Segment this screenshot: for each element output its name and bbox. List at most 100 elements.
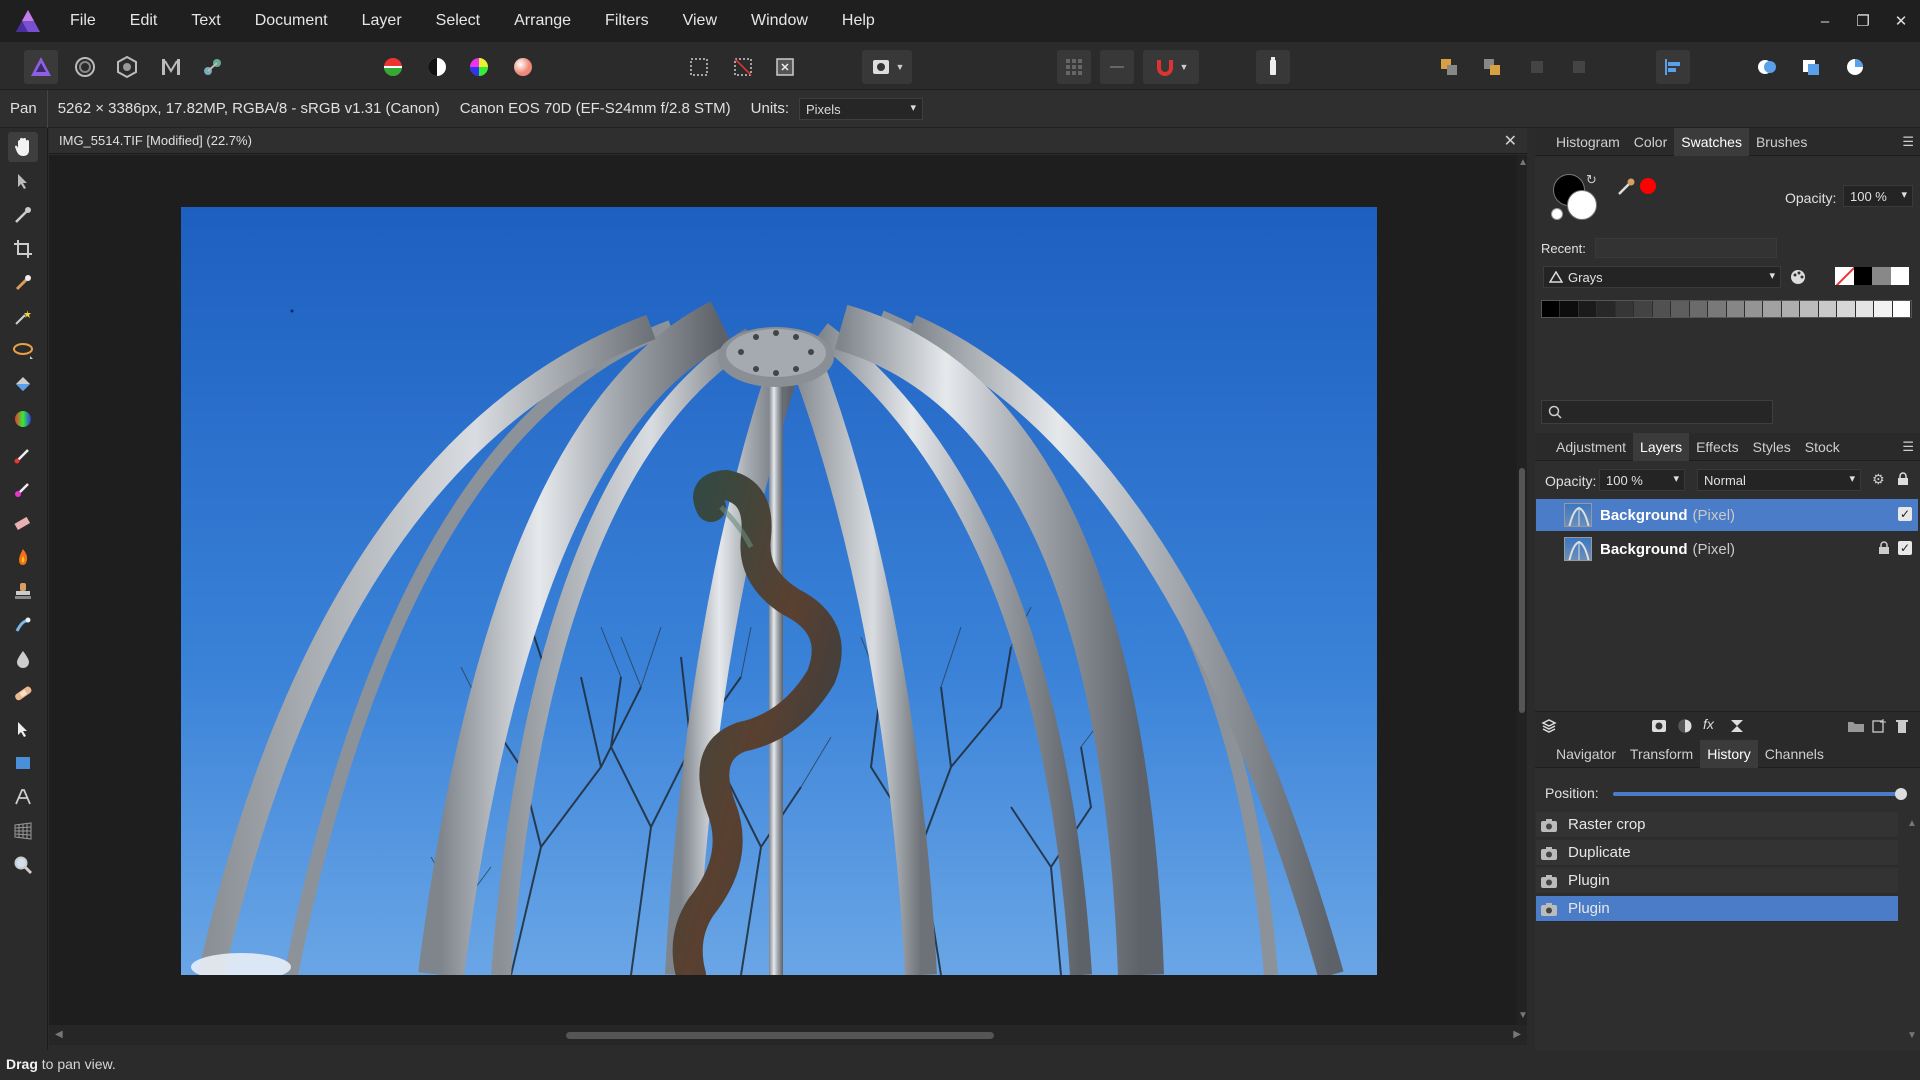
gray-swatch[interactable] <box>1542 301 1561 317</box>
menu-help[interactable]: Help <box>842 12 875 30</box>
swatch-search-input[interactable] <box>1541 400 1773 424</box>
erase-brush-tool[interactable] <box>8 508 38 538</box>
history-scroll-up-icon[interactable]: ▲ <box>1907 818 1917 829</box>
gray-swatch[interactable] <box>1560 301 1579 317</box>
gray-swatch[interactable] <box>1634 301 1653 317</box>
folder-icon[interactable] <box>1847 718 1865 734</box>
layers-stack-icon[interactable] <box>1541 718 1557 734</box>
gray-swatch[interactable] <box>1744 301 1764 317</box>
palette-dropdown[interactable]: Grays <box>1543 266 1781 288</box>
freehand-selection-tool[interactable] <box>8 336 38 366</box>
layer-visibility-checkbox[interactable]: ✓ <box>1898 507 1912 521</box>
live-filter-icon[interactable] <box>1729 718 1745 734</box>
color-replacement-tool[interactable] <box>8 474 38 504</box>
move-to-front-button[interactable] <box>1475 50 1509 84</box>
menu-filters[interactable]: Filters <box>605 12 649 30</box>
menu-select[interactable]: Select <box>436 12 480 30</box>
gray-swatch[interactable] <box>1855 301 1875 317</box>
liquify-persona-button[interactable] <box>68 50 102 84</box>
tab-histogram[interactable]: Histogram <box>1549 128 1627 156</box>
none-swatch[interactable] <box>1835 267 1854 285</box>
layer-visibility-checkbox[interactable]: ✓ <box>1898 541 1912 555</box>
lock-icon[interactable] <box>1897 472 1909 486</box>
tone-mapping-persona-button[interactable] <box>154 50 188 84</box>
history-item[interactable]: Plugin <box>1536 896 1898 922</box>
gray-swatch[interactable] <box>1892 301 1912 317</box>
white-swatch[interactable] <box>1890 267 1909 285</box>
units-dropdown[interactable]: Pixels <box>799 97 923 120</box>
secondary-color-well[interactable] <box>1567 190 1597 220</box>
gray-swatch[interactable] <box>1689 301 1709 317</box>
panel-menu-icon[interactable]: ☰ <box>1902 134 1914 150</box>
history-item[interactable]: Raster crop <box>1536 812 1898 838</box>
history-position-handle[interactable] <box>1895 788 1907 800</box>
invert-selection-button[interactable] <box>768 50 802 84</box>
photo-persona-button[interactable] <box>24 50 58 84</box>
gray-swatch[interactable] <box>1837 301 1856 317</box>
color-picker-icon[interactable] <box>1615 176 1637 198</box>
layer-opacity-field[interactable]: 100 % <box>1599 469 1685 491</box>
tab-navigator[interactable]: Navigator <box>1549 740 1623 768</box>
menu-file[interactable]: File <box>70 12 96 30</box>
crop-tool[interactable] <box>8 234 38 264</box>
vertical-scrollbar[interactable]: ▲ ▼ <box>1517 155 1528 1025</box>
history-item[interactable]: Plugin <box>1536 868 1898 894</box>
mask-layer-icon[interactable] <box>1651 718 1667 734</box>
gray-swatch[interactable] <box>1578 301 1598 317</box>
add-palette-icon[interactable] <box>1789 268 1809 286</box>
menu-window[interactable]: Window <box>751 12 808 30</box>
auto-white-balance-button[interactable] <box>506 50 540 84</box>
node-tool[interactable] <box>8 714 38 744</box>
deselect-button[interactable] <box>726 50 760 84</box>
add-layer-icon[interactable] <box>1871 718 1887 734</box>
tab-channels[interactable]: Channels <box>1758 740 1831 768</box>
gray-swatch[interactable] <box>1874 301 1893 317</box>
tab-styles[interactable]: Styles <box>1746 433 1798 461</box>
scroll-down-arrow-icon[interactable]: ▼ <box>1518 1010 1528 1021</box>
move-to-back-button[interactable] <box>1432 50 1466 84</box>
layer-lock-icon[interactable] <box>1878 541 1890 555</box>
history-position-slider[interactable] <box>1613 788 1907 800</box>
swap-colors-icon[interactable]: ↻ <box>1586 172 1597 188</box>
menu-arrange[interactable]: Arrange <box>514 12 571 30</box>
close-document-button[interactable]: ✕ <box>1504 131 1517 151</box>
export-persona-button[interactable] <box>196 50 230 84</box>
fx-icon[interactable]: fx <box>1703 716 1714 732</box>
tab-stock[interactable]: Stock <box>1798 433 1847 461</box>
horizontal-scrollbar[interactable]: ◀ ▶ <box>49 1025 1527 1045</box>
alignment-button[interactable] <box>1656 50 1690 84</box>
tab-adjustment[interactable]: Adjustment <box>1549 433 1633 461</box>
adjustment-layer-icon[interactable] <box>1677 718 1693 734</box>
select-all-button[interactable] <box>682 50 716 84</box>
selection-brush-tool[interactable] <box>8 268 38 298</box>
assistant-button[interactable] <box>1256 50 1290 84</box>
gray-swatch[interactable] <box>1708 301 1727 317</box>
snapping-options-button[interactable] <box>1100 50 1134 84</box>
menu-document[interactable]: Document <box>255 12 328 30</box>
quick-swatches[interactable] <box>1835 267 1909 285</box>
menu-layer[interactable]: Layer <box>362 12 402 30</box>
quick-mask-button[interactable]: ▼ <box>862 50 912 84</box>
auto-levels-button[interactable] <box>376 50 410 84</box>
trash-icon[interactable] <box>1895 718 1909 734</box>
minimize-button[interactable]: – <box>1806 0 1844 42</box>
gray-swatch[interactable] <box>1872 267 1891 285</box>
vertical-scroll-thumb[interactable] <box>1519 468 1525 713</box>
gray-swatch[interactable] <box>1652 301 1672 317</box>
snapping-grid-button[interactable] <box>1057 50 1091 84</box>
text-tool[interactable] <box>8 782 38 812</box>
gray-swatch[interactable] <box>1726 301 1745 317</box>
boolean-add-button[interactable] <box>1750 50 1784 84</box>
flood-select-tool[interactable] <box>8 302 38 332</box>
tab-history[interactable]: History <box>1700 739 1758 768</box>
horizontal-scroll-thumb[interactable] <box>566 1032 994 1039</box>
no-fill-swatch-icon[interactable] <box>1551 208 1563 220</box>
history-scroll-down-icon[interactable]: ▼ <box>1907 1030 1917 1041</box>
menu-text[interactable]: Text <box>191 12 220 30</box>
recent-swatches[interactable] <box>1595 238 1777 258</box>
panel-menu-icon[interactable]: ☰ <box>1902 439 1914 455</box>
history-item[interactable]: Duplicate <box>1536 840 1898 866</box>
color-picker-tool[interactable] <box>8 200 38 230</box>
gray-swatch[interactable] <box>1615 301 1635 317</box>
zoom-tool[interactable] <box>8 850 38 880</box>
